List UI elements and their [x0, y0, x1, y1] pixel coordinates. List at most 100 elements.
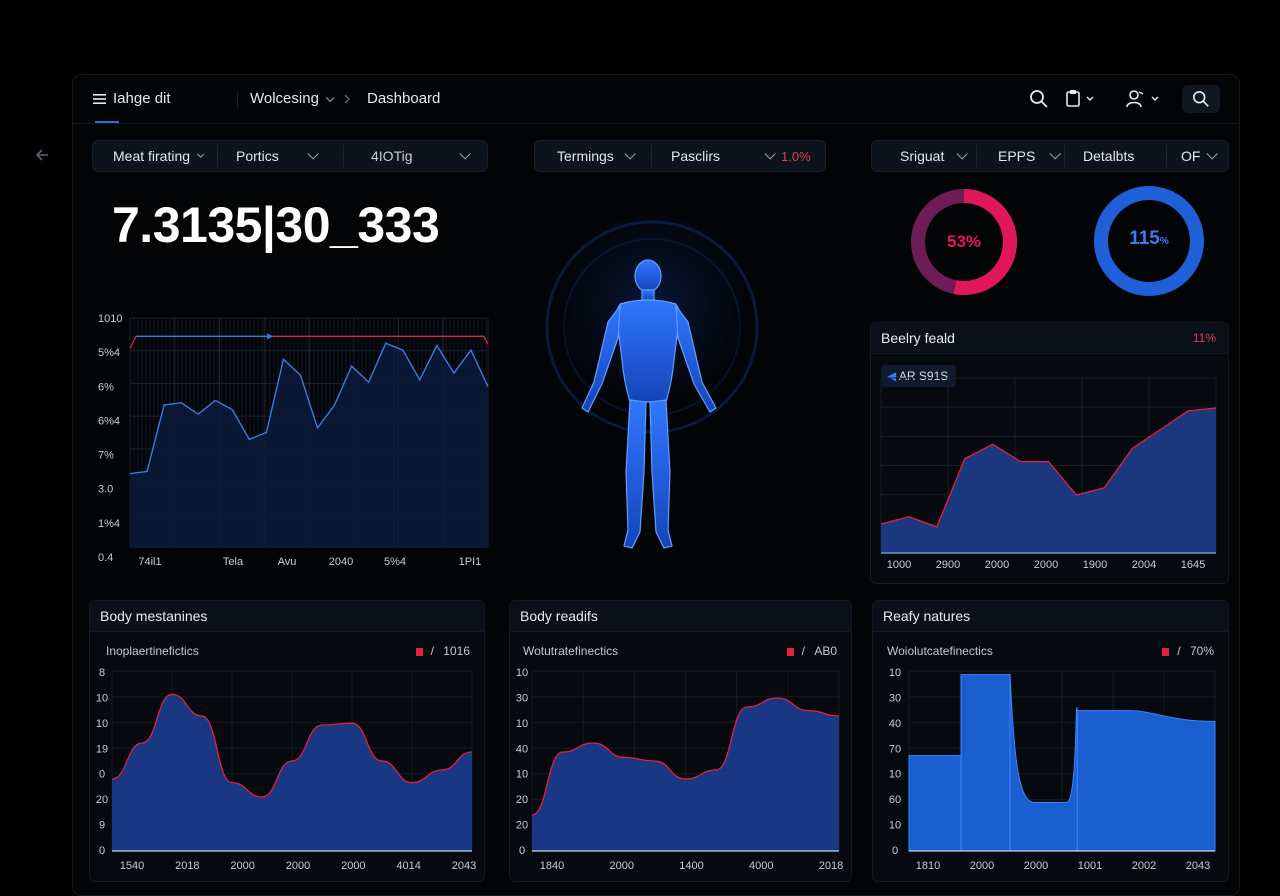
filter-epps[interactable]: EPPS: [998, 141, 1062, 171]
y-tick-label: 0.4: [98, 552, 113, 564]
panel-title: Body readifs: [520, 608, 598, 624]
x-tick-label: 2000: [1024, 860, 1048, 872]
y-tick-label: 9: [99, 820, 105, 832]
panel-badge: 11%: [1192, 331, 1216, 345]
threshold-tick: [129, 336, 137, 349]
activity-line-chart: 1010 5%4 6% 6%4 7% 3.0 1%4 0.4 74il1 Tela Avu 2040 5…: [98, 313, 489, 568]
panel-header: Reafy natures: [873, 601, 1228, 632]
beelry-area-chart: 1000 2900 2000 2000 1900 2004 1645: [880, 377, 1217, 571]
series-area: [881, 408, 1216, 553]
panel-legend: / 1016: [415, 644, 470, 658]
y-tick-label: 10: [516, 718, 528, 730]
bar: [1076, 710, 1216, 852]
filter-bar-left: Meat firating Portics 4IOTig: [92, 140, 488, 172]
y-tick-label: 70: [889, 743, 901, 755]
panel-title: Reafy natures: [883, 608, 971, 624]
panel-header: Body readifs: [510, 601, 851, 632]
filter-of[interactable]: OF: [1181, 141, 1219, 171]
y-tick-label: 10: [889, 769, 901, 781]
header-divider: [73, 123, 1237, 124]
panel-subtitle: Woiolutcatefinectics: [887, 644, 993, 658]
x-tick-label: 2900: [936, 559, 960, 571]
y-tick-label: 6%4: [98, 415, 120, 427]
body-model-figure: [540, 215, 764, 549]
filter-detalbts[interactable]: Detalbts: [1083, 141, 1134, 171]
x-tick-label: 1840: [540, 860, 564, 872]
panel-title: Body mestanines: [100, 608, 208, 624]
filter-portics[interactable]: Portics: [236, 141, 319, 171]
filter-termings[interactable]: Termings: [557, 141, 636, 171]
x-tick-label: 1400: [679, 860, 703, 872]
panel-title: Beelry feald: [881, 330, 955, 346]
x-tick-label: 2000: [341, 860, 365, 872]
y-tick-label: 8: [99, 667, 105, 679]
x-tick-label: 2043: [452, 860, 476, 872]
search-button[interactable]: [1182, 85, 1220, 113]
y-tick-label: 10: [889, 667, 901, 679]
x-tick-label: 1645: [1181, 559, 1205, 571]
panel-beelry-feald: Beelry feald 11% ◀ AR S91S 1000 2900 2000 2…: [870, 322, 1229, 584]
active-tab-indicator: [95, 121, 119, 123]
y-tick-label: 20: [516, 820, 528, 832]
x-tick-label: 2018: [819, 860, 843, 872]
y-tick-label: 0: [99, 769, 105, 781]
filter-pasclirs[interactable]: Pasclirs: [671, 141, 776, 171]
app-menu[interactable]: Iahge dit: [93, 90, 171, 107]
y-tick-label: 10: [96, 692, 108, 704]
x-tick-label: 2002: [1132, 860, 1156, 872]
hamburger-icon: [93, 93, 106, 104]
y-tick-label: 19: [96, 743, 108, 755]
x-tick-label: 2000: [985, 559, 1009, 571]
x-tick-label: 74il1: [138, 556, 161, 568]
bar: [908, 755, 962, 852]
panel-header: Body mestanines: [90, 601, 484, 632]
primary-metric-value: 7.3135|30_333: [112, 197, 440, 253]
filter-sriguat[interactable]: Sriguat: [900, 141, 969, 171]
bar: [1009, 674, 1078, 852]
back-arrow-icon[interactable]: [32, 144, 54, 166]
ring-blue-label: 115%: [1129, 228, 1169, 249]
search-icon[interactable]: [1024, 85, 1054, 113]
x-tick-label: 1001: [1078, 860, 1102, 872]
x-tick-label: 2000: [1034, 559, 1058, 571]
panel-legend: / 70%: [1162, 644, 1214, 658]
breadcrumb-chevron-icon: [344, 94, 350, 104]
panel-body-readifs: Body readifs Wotutratefinectics / AB0 10…: [509, 600, 852, 882]
body-mestanines-chart: 8 10 10 19 0 20 9 0 1540 2018 2000 2000 2000 4014 2043: [96, 667, 476, 872]
x-tick-label: 2040: [329, 556, 353, 568]
filter-bar-middle: Termings Pasclirs 1.0%: [534, 140, 826, 172]
breadcrumb-current: Dashboard: [367, 90, 441, 107]
filter-4iotig[interactable]: 4IOTig: [371, 141, 471, 171]
ring-red-label: 53%: [946, 232, 982, 251]
x-tick-label: 1810: [916, 860, 940, 872]
x-tick-label: 2018: [175, 860, 199, 872]
magnifier-icon: [1192, 90, 1209, 107]
filter-bar-right: Sriguat EPPS Detalbts OF: [871, 140, 1229, 172]
app-title: Iahge dit: [113, 90, 171, 107]
breadcrumb-parent[interactable]: Wolcesing: [250, 90, 335, 107]
y-tick-label: 5%4: [98, 347, 120, 359]
x-tick-label: 1540: [120, 860, 144, 872]
header-separator: [237, 91, 238, 109]
y-tick-label: 10: [516, 769, 528, 781]
x-tick-label: 2000: [286, 860, 310, 872]
x-tick-label: 2004: [1132, 559, 1156, 571]
y-tick-label: 20: [516, 794, 528, 806]
x-tick-label: 4000: [749, 860, 773, 872]
panel-reafy-natures: Reafy natures Woiolutcatefinectics / 70%…: [872, 600, 1229, 882]
y-tick-label: 60: [889, 794, 901, 806]
y-tick-label: 20: [96, 794, 108, 806]
y-tick-label: 3.0: [98, 484, 113, 496]
clipboard-menu-icon[interactable]: [1062, 85, 1102, 113]
filter-meat-firating[interactable]: Meat firating: [113, 141, 205, 171]
x-tick-label: 5%4: [384, 556, 406, 568]
x-tick-label: 2043: [1186, 860, 1210, 872]
user-menu-icon[interactable]: [1124, 85, 1166, 113]
x-tick-label: Tela: [223, 556, 244, 568]
bar: [960, 674, 1011, 852]
y-tick-label: 1%4: [98, 518, 120, 530]
y-tick-label: 10: [889, 820, 901, 832]
y-tick-label: 7%: [98, 450, 114, 462]
panel-subtitle: Inoplaertinefictics: [106, 644, 199, 658]
y-tick-label: 30: [889, 692, 901, 704]
